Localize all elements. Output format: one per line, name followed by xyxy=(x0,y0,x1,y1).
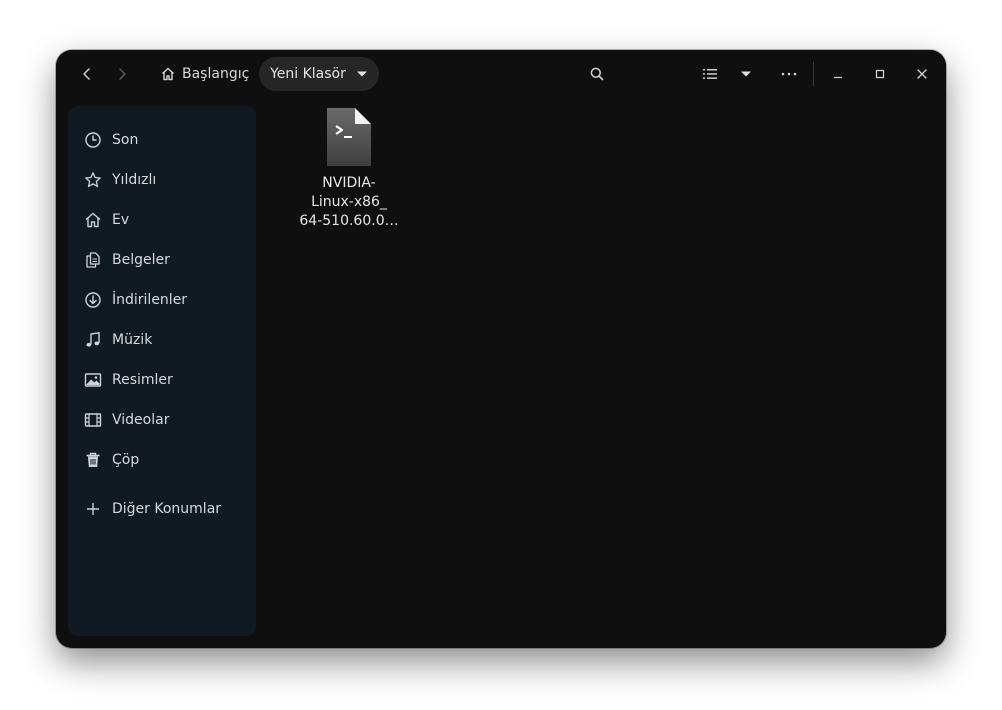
breadcrumb-home[interactable]: Başlangıç xyxy=(154,59,255,89)
sidebar: Son Yıldızlı Ev Belgeler İndirilenler Mü… xyxy=(68,106,256,636)
list-view-icon xyxy=(703,69,717,79)
sidebar-item-other-locations[interactable]: Diğer Konumlar xyxy=(74,491,250,527)
breadcrumb-home-label: Başlangıç xyxy=(182,66,250,82)
picture-icon xyxy=(83,370,103,390)
sidebar-item-label: Videolar xyxy=(112,412,170,428)
home-icon xyxy=(162,67,174,81)
download-icon xyxy=(83,290,103,310)
sidebar-item-label: Belgeler xyxy=(112,252,170,268)
video-icon xyxy=(83,410,103,430)
sidebar-item-yildizli[interactable]: Yıldızlı xyxy=(74,162,250,198)
sidebar-item-indirilenler[interactable]: İndirilenler xyxy=(74,282,250,318)
home-icon xyxy=(83,210,103,230)
sidebar-item-label: Diğer Konumlar xyxy=(112,501,222,517)
header-separator xyxy=(813,62,814,86)
sidebar-item-label: İndirilenler xyxy=(112,292,188,308)
sidebar-item-label: Son xyxy=(112,132,139,148)
documents-icon xyxy=(83,250,103,270)
chevron-right-icon xyxy=(119,68,126,80)
minimize-button[interactable] xyxy=(823,59,853,89)
maximize-button[interactable] xyxy=(865,59,895,89)
file-name-line: NVIDIA- xyxy=(322,175,376,191)
music-icon xyxy=(83,330,103,350)
plus-icon xyxy=(83,499,103,519)
more-icon xyxy=(781,72,797,76)
file-name-line: 64-510.60.0… xyxy=(299,213,399,229)
chevron-left-icon xyxy=(83,68,90,80)
sidebar-item-videolar[interactable]: Videolar xyxy=(74,402,250,438)
caret-down-icon xyxy=(741,71,751,77)
sidebar-item-resimler[interactable]: Resimler xyxy=(74,362,250,398)
sidebar-item-muzik[interactable]: Müzik xyxy=(74,322,250,358)
sidebar-item-label: Çöp xyxy=(112,452,140,468)
breadcrumb-current[interactable]: Yeni Klasör xyxy=(259,57,379,91)
sidebar-item-belgeler[interactable]: Belgeler xyxy=(74,242,250,278)
breadcrumb-current-label: Yeni Klasör xyxy=(270,66,346,82)
maximize-icon xyxy=(875,69,885,79)
sidebar-item-label: Ev xyxy=(112,212,130,228)
main-menu-button[interactable] xyxy=(774,59,804,89)
header-bar: Başlangıç Yeni Klasör xyxy=(56,50,946,98)
sidebar-item-cop[interactable]: Çöp xyxy=(74,442,250,478)
view-options-button[interactable] xyxy=(731,59,761,89)
sidebar-item-label: Resimler xyxy=(112,372,173,388)
close-button[interactable] xyxy=(907,59,937,89)
close-icon xyxy=(917,69,927,79)
search-button[interactable] xyxy=(582,59,612,89)
sidebar-item-label: Müzik xyxy=(112,332,153,348)
trash-icon xyxy=(83,450,103,470)
minimize-icon xyxy=(834,76,842,79)
file-name-line: Linux-x86_ xyxy=(311,194,387,210)
star-icon xyxy=(83,170,103,190)
file-item[interactable]: NVIDIA- Linux-x86_ 64-510.60.0… xyxy=(298,106,400,231)
sidebar-item-son[interactable]: Son xyxy=(74,122,250,158)
file-view: NVIDIA- Linux-x86_ 64-510.60.0… xyxy=(268,98,946,648)
search-icon xyxy=(590,67,604,81)
sidebar-item-ev[interactable]: Ev xyxy=(74,202,250,238)
script-file-icon xyxy=(327,108,371,166)
clock-icon xyxy=(83,130,103,150)
view-mode-button[interactable] xyxy=(695,59,725,89)
back-button[interactable] xyxy=(72,59,102,89)
sidebar-item-label: Yıldızlı xyxy=(112,172,157,188)
file-name: NVIDIA- Linux-x86_ 64-510.60.0… xyxy=(298,174,400,231)
forward-button[interactable] xyxy=(107,59,137,89)
caret-down-icon xyxy=(356,71,367,77)
file-manager-window: Başlangıç Yeni Klasör Son Yıldızlı Ev Be… xyxy=(56,50,946,648)
